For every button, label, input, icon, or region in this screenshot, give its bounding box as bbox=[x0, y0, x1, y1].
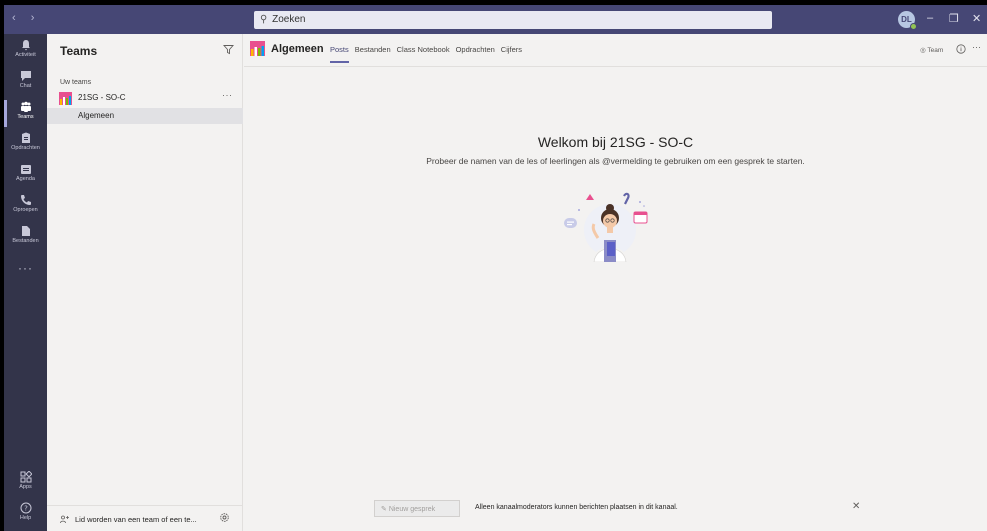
close-icon[interactable]: ✕ bbox=[852, 501, 860, 512]
close-button[interactable]: ✕ bbox=[972, 12, 981, 25]
rail-item-teams[interactable]: Teams bbox=[4, 98, 47, 129]
help-icon: ? bbox=[20, 502, 31, 514]
back-forward-arrows-icon[interactable]: ‹ › bbox=[12, 12, 40, 24]
section-label-your-teams: Uw teams bbox=[60, 79, 92, 86]
search-icon: ⚲ bbox=[260, 14, 268, 25]
join-team-link[interactable]: Lid worden van een team of een te... bbox=[75, 515, 197, 524]
rail-item-help[interactable]: ? Help bbox=[4, 499, 47, 530]
channel-title: Algemeen bbox=[271, 43, 324, 55]
rail-label: Agenda bbox=[16, 176, 35, 182]
channel-header: Algemeen Posts Bestanden Class Notebook … bbox=[244, 34, 987, 67]
rail-label: Bestanden bbox=[12, 238, 39, 244]
info-icon[interactable] bbox=[956, 44, 966, 54]
rail-item-calendar[interactable]: Agenda bbox=[4, 160, 47, 191]
minimize-button[interactable]: – bbox=[927, 12, 933, 24]
rail-item-calls[interactable]: Oproepen bbox=[4, 191, 47, 222]
welcome-title: Welkom bij 21SG - SO-C bbox=[537, 134, 694, 150]
panel-title: Teams bbox=[60, 44, 98, 58]
compose-bar: ✎ Nieuw gesprek Alleen kanaalmoderators … bbox=[374, 499, 864, 519]
rail-label: Opdrachten bbox=[11, 145, 40, 151]
rail-item-chat[interactable]: Chat bbox=[4, 67, 47, 98]
rail-label: Help bbox=[19, 515, 32, 521]
tab-posts[interactable]: Posts bbox=[330, 45, 349, 67]
channel-team-logo bbox=[250, 41, 265, 56]
search-input[interactable]: ⚲ Zoeken bbox=[254, 11, 772, 29]
new-conversation-button[interactable]: ✎ Nieuw gesprek bbox=[374, 500, 460, 517]
phone-icon bbox=[20, 195, 31, 205]
tab-class-notebook[interactable]: Class Notebook bbox=[397, 45, 450, 67]
rail-label: Teams bbox=[17, 114, 34, 120]
rail-item-files[interactable]: Bestanden bbox=[4, 222, 47, 253]
avatar-initials: DL bbox=[901, 15, 912, 24]
rail-item-apps[interactable]: Apps bbox=[4, 468, 47, 499]
apps-icon bbox=[20, 471, 32, 483]
compose-icon: ✎ bbox=[381, 506, 389, 513]
new-conversation-label: Nieuw gesprek bbox=[388, 506, 436, 513]
rail-label: Chat bbox=[19, 83, 32, 89]
rail-label: Activiteit bbox=[15, 52, 36, 58]
team-button[interactable]: ◎ Team bbox=[920, 46, 943, 54]
teams-window: ‹ › ⚲ Zoeken DL – ❐ ✕ Activiteit Chat Te… bbox=[4, 5, 987, 531]
channel-name: Algemeen bbox=[78, 111, 115, 120]
rail-item-assignments[interactable]: Opdrachten bbox=[4, 129, 47, 160]
team-more-options-button[interactable]: ··· bbox=[222, 90, 233, 100]
teacher-illustration-icon bbox=[564, 192, 648, 262]
avatar[interactable]: DL bbox=[898, 11, 917, 30]
gear-icon[interactable] bbox=[219, 512, 230, 523]
team-name: 21SG - SO-C bbox=[78, 93, 126, 102]
tab-grades[interactable]: Cijfers bbox=[501, 45, 522, 67]
tab-files[interactable]: Bestanden bbox=[355, 45, 391, 67]
title-bar: ‹ › ⚲ Zoeken DL – ❐ ✕ bbox=[4, 5, 987, 34]
assignments-icon bbox=[21, 132, 30, 143]
search-placeholder: Zoeken bbox=[272, 14, 306, 25]
filter-icon[interactable] bbox=[223, 44, 234, 55]
channel-main: Algemeen Posts Bestanden Class Notebook … bbox=[244, 34, 987, 531]
panel-footer: Lid worden van een team of een te... bbox=[47, 505, 243, 531]
presence-available-icon bbox=[910, 23, 917, 30]
more-apps-button[interactable]: ··· bbox=[4, 261, 47, 275]
rail-label: Apps bbox=[19, 484, 32, 490]
welcome-subtitle: Probeer de namen van de les of leerlinge… bbox=[426, 156, 805, 166]
team-logo bbox=[59, 92, 72, 105]
calendar-icon bbox=[20, 165, 31, 174]
tab-assignments[interactable]: Opdrachten bbox=[456, 45, 495, 67]
app-rail: Activiteit Chat Teams Opdrachten Agenda … bbox=[4, 34, 47, 531]
moderator-note: Alleen kanaalmoderators kunnen berichten… bbox=[475, 504, 678, 511]
bell-icon bbox=[21, 40, 30, 51]
panel-header: Teams bbox=[47, 34, 243, 67]
team-item[interactable]: 21SG - SO-C ··· bbox=[47, 89, 243, 108]
rail-label: Oproepen bbox=[13, 207, 38, 213]
teams-icon bbox=[20, 101, 31, 112]
join-team-icon bbox=[60, 515, 70, 526]
svg-text:?: ? bbox=[24, 505, 28, 513]
more-options-button[interactable]: ··· bbox=[972, 42, 981, 52]
rail-item-activity[interactable]: Activiteit bbox=[4, 36, 47, 67]
teams-panel: Teams Uw teams 21SG - SO-C ··· Algemeen … bbox=[47, 34, 243, 531]
chat-icon bbox=[20, 71, 31, 81]
restore-button[interactable]: ❐ bbox=[949, 12, 959, 25]
channel-item-algemeen[interactable]: Algemeen bbox=[47, 108, 243, 124]
channel-tabs: Posts Bestanden Class Notebook Opdrachte… bbox=[330, 45, 522, 67]
files-icon bbox=[21, 226, 30, 236]
team-button-label: Team bbox=[927, 47, 944, 54]
